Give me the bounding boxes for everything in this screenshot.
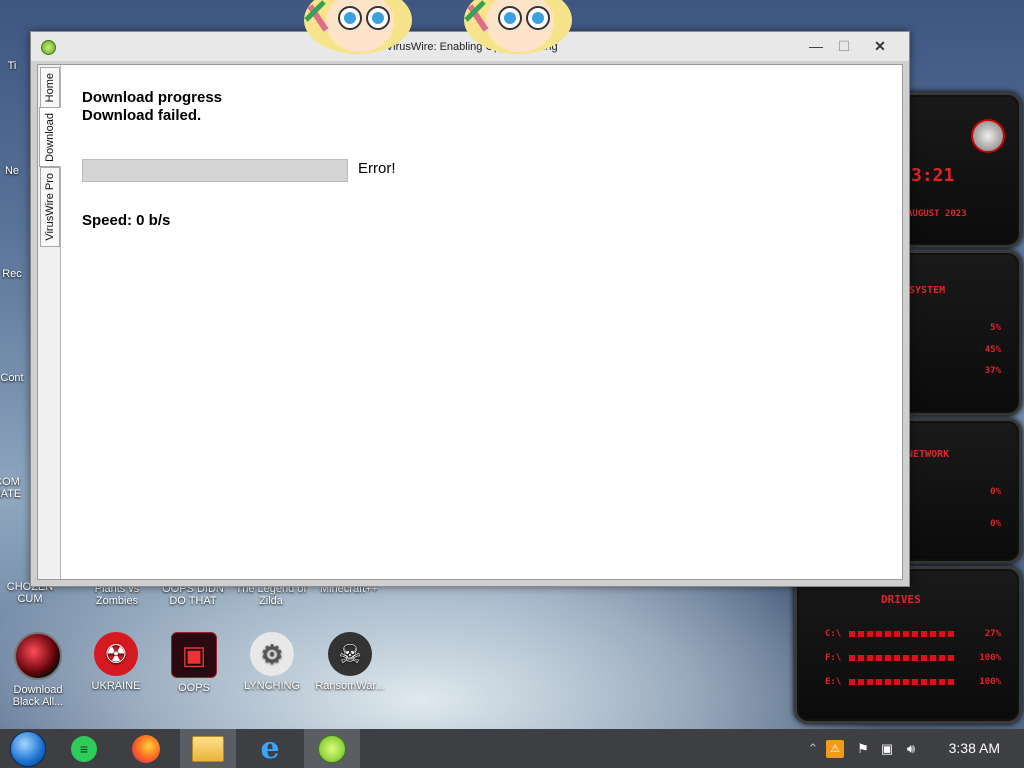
system-title: SYSTEM: [909, 285, 946, 296]
drive-value: 100%: [979, 653, 1001, 663]
desktop-icon-download-black[interactable]: Download Black All...: [1, 632, 75, 708]
desktop-icon-label: OOPS: [178, 682, 210, 694]
cartoon-character-image: [304, 0, 412, 54]
desktop-icon-label: RansomWar...: [315, 680, 385, 692]
cartoon-character-image: [464, 0, 572, 54]
download-speed-label: Speed: 0 b/s: [82, 212, 171, 229]
taskbar-file-explorer[interactable]: [180, 729, 236, 768]
drive-value: 100%: [979, 677, 1001, 687]
internet-explorer-icon: e: [260, 730, 280, 766]
drive-bar: [849, 631, 955, 637]
firefox-icon: [132, 734, 160, 763]
noose-icon: ⚙: [250, 632, 294, 676]
viruswire-icon: [318, 734, 346, 763]
desktop-partial-label: Cont: [0, 372, 24, 384]
alien-logo-icon: [971, 119, 1005, 153]
minimize-button[interactable]: —: [801, 36, 831, 56]
tab-label: VirusWire Pro: [44, 173, 56, 241]
desktop-icon-ransomware[interactable]: ☠ RansomWar...: [313, 632, 387, 692]
network-value: 0%: [990, 487, 1001, 497]
download-progress-heading: Download progress: [82, 89, 223, 106]
download-status-heading: Download failed.: [82, 107, 202, 124]
drive-label: E:\: [825, 677, 842, 687]
drive-label: F:\: [825, 653, 842, 663]
start-button[interactable]: [0, 729, 56, 768]
viruswire-app-icon: [41, 40, 56, 55]
desktop-partial-label: Ne: [4, 165, 20, 177]
clock-time: 3:21: [911, 165, 955, 186]
network-value: 0%: [990, 519, 1001, 529]
tab-home[interactable]: Home: [40, 67, 60, 109]
taskbar-viruswire[interactable]: [304, 729, 360, 768]
desktop-icon-label: UKRAINE: [91, 680, 141, 692]
start-orb-icon: [10, 730, 46, 767]
desktop-icon-label: Download Black All...: [12, 684, 64, 708]
network-tray-icon[interactable]: ▣: [878, 740, 896, 758]
taskbar-internet-explorer[interactable]: e: [242, 729, 298, 768]
oops-icon: ▣: [171, 632, 217, 678]
tab-label: Download: [44, 112, 56, 162]
drive-label: C:\: [825, 629, 842, 639]
drive-bar: [849, 655, 955, 661]
volume-icon[interactable]: 🔊︎: [902, 740, 920, 758]
system-value: 5%: [990, 323, 1001, 333]
network-title: NETWORK: [907, 449, 950, 460]
tab-label: Home: [44, 73, 56, 103]
drives-title: DRIVES: [881, 593, 921, 606]
file-explorer-icon: [192, 735, 224, 762]
window-client-area: Home Download VirusWire Pro Download pro…: [37, 64, 903, 580]
viruswire-window[interactable]: VirusWire: Enabling Opp... ...aming — ☐ …: [30, 31, 910, 587]
notes-app-icon: ≡: [71, 735, 97, 762]
warning-tray-icon[interactable]: ⚠: [826, 740, 844, 758]
system-gadget: SYSTEM 5% 45% 37%: [898, 250, 1022, 416]
clock-date: AUGUST 2023: [907, 209, 967, 219]
drive-value: 27%: [984, 629, 1001, 639]
skull-icon: ☠: [328, 632, 372, 676]
desktop-icon-oops[interactable]: ▣ OOPS: [157, 632, 231, 694]
action-center-flag-icon[interactable]: ⚑: [854, 740, 872, 758]
maximize-button[interactable]: ☐: [829, 36, 859, 56]
radiation-icon: ☢: [94, 632, 138, 676]
taskbar-clock[interactable]: 3:38 AM: [949, 740, 1000, 756]
download-panel: Download progress Download failed.: [82, 89, 222, 125]
desktop-partial-label: Rec: [2, 268, 22, 280]
tab-download[interactable]: Download: [39, 107, 61, 167]
system-value: 45%: [984, 345, 1001, 355]
black-sphere-icon: [14, 632, 62, 680]
close-button[interactable]: ✕: [865, 36, 895, 56]
desktop-icon-ukraine[interactable]: ☢ UKRAINE: [79, 632, 153, 692]
taskbar: ≡ e ⌃ ⚠ ⚑ ▣ 🔊︎ 3:38 AM: [0, 729, 1024, 768]
desktop-partial-label: COM HATE: [0, 476, 22, 500]
desktop-icon-lynching[interactable]: ⚙ LYNCHING: [235, 632, 309, 692]
desktop-partial-label: Ti: [7, 60, 17, 72]
tab-viruswire-pro[interactable]: VirusWire Pro: [40, 167, 60, 247]
clock-gadget: 3:21 AUGUST 2023: [898, 92, 1022, 248]
drives-gadget: DRIVES C:\ 27% F:\ 100% E:\ 100%: [794, 566, 1022, 724]
network-gadget: NETWORK 0% 0%: [898, 418, 1022, 564]
desktop-icon-label: LYNCHING: [243, 680, 301, 692]
taskbar-notes-app[interactable]: ≡: [56, 729, 112, 768]
taskbar-firefox[interactable]: [118, 729, 174, 768]
vertical-tab-strip: Home Download VirusWire Pro: [38, 65, 61, 579]
show-hidden-icons-chevron-icon[interactable]: ⌃: [804, 740, 822, 758]
system-value: 37%: [984, 366, 1001, 376]
download-progress-bar: [82, 159, 348, 182]
drive-bar: [849, 679, 955, 685]
download-error-text: Error!: [358, 160, 396, 177]
